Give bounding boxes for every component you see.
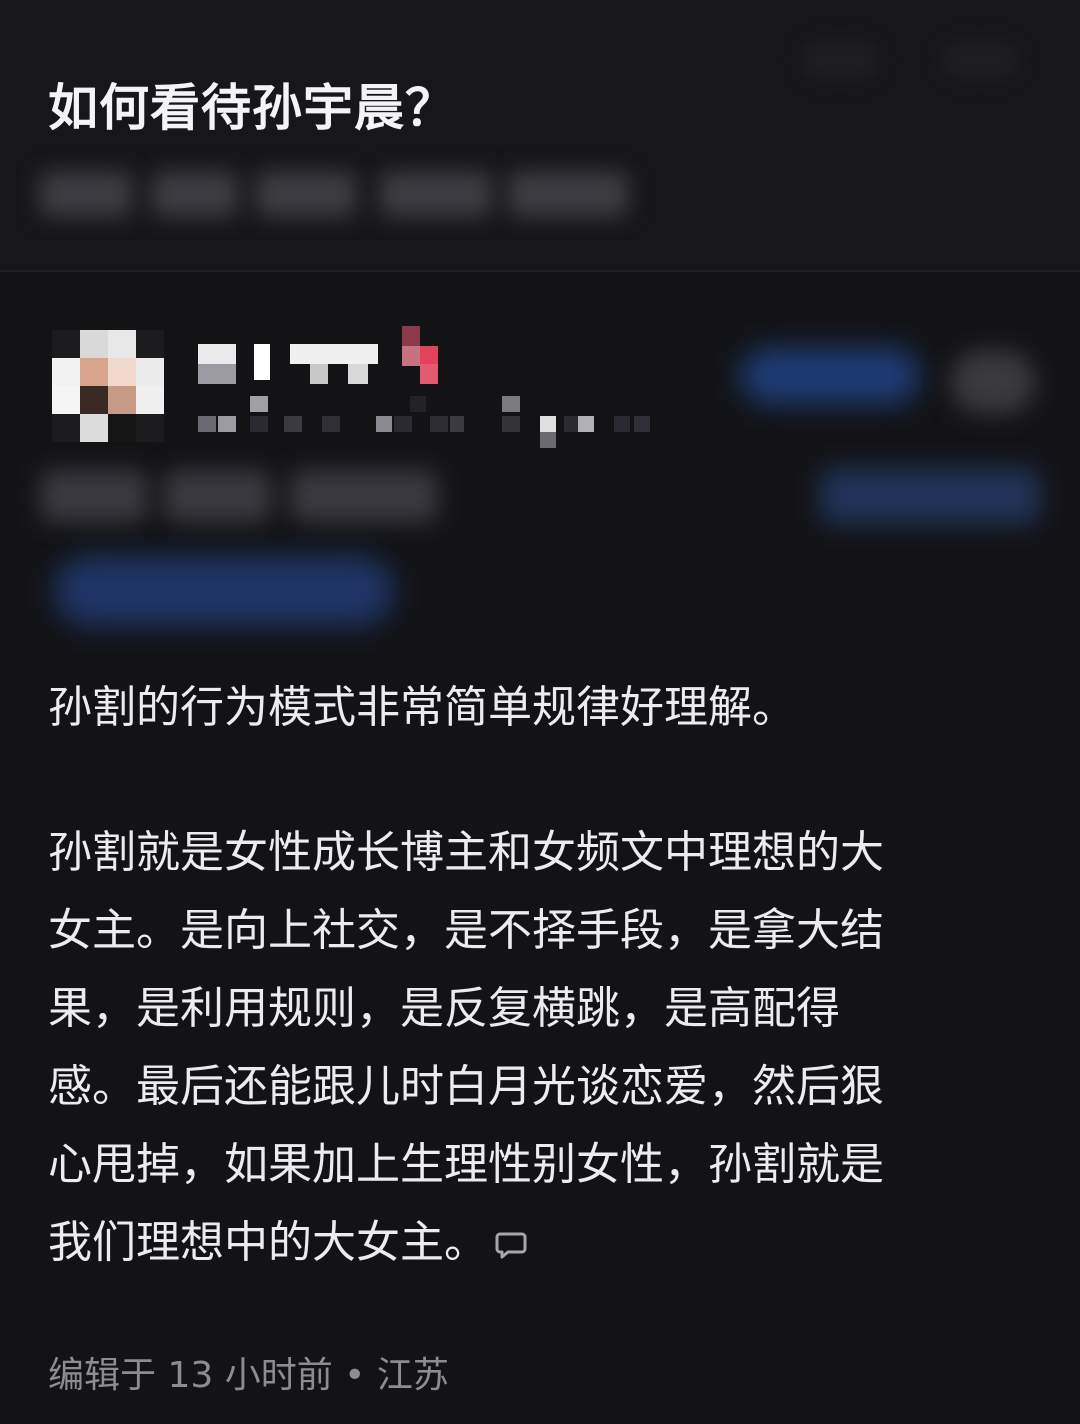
header-toolbar-blur — [940, 40, 1020, 80]
follow-button-blurred[interactable] — [740, 348, 920, 404]
author-avatar[interactable] — [52, 330, 164, 442]
answer-tag-blurred[interactable] — [54, 556, 394, 626]
question-stats-blurred — [380, 172, 492, 216]
comment-bubble-icon[interactable] — [494, 1229, 528, 1261]
answer-paragraph-annotated: 孙割就是女性成长博主和女频文中理想的大 女主。是向上社交，是不择手段，是拿大结 … — [48, 814, 1032, 1282]
more-button-blurred[interactable] — [950, 350, 1036, 414]
question-header: 如何看待孙宇晨？ — [0, 0, 1080, 272]
answer-line[interactable]: 女主。是向上社交，是不择手段，是拿大结 — [48, 892, 1032, 970]
answer-meta-blurred — [290, 470, 438, 522]
answer-meta-blurred — [40, 470, 148, 522]
question-stats-blurred — [256, 172, 356, 216]
answer-line[interactable]: 感。最后还能跟儿时白月光谈恋爱，然后狠 — [48, 1048, 1032, 1126]
header-toolbar-blur — [800, 40, 880, 80]
answer-line[interactable]: 果，是利用规则，是反复横跳，是高配得 — [48, 970, 1032, 1048]
answer-line[interactable]: 心甩掉，如果加上生理性别女性，孙割就是 — [48, 1126, 1032, 1204]
answer-action-blurred[interactable] — [820, 468, 1040, 524]
question-stats-blurred — [152, 172, 238, 216]
divider — [0, 270, 1080, 272]
answer-meta-blurred — [164, 470, 272, 522]
answer-edit-info: 编辑于 13 小时前 • 江苏 — [48, 1355, 449, 1396]
answer-line[interactable]: 孙割就是女性成长博主和女频文中理想的大 — [48, 814, 1032, 892]
answer-paragraph: 孙割的行为模式非常简单规律好理解。 — [48, 682, 796, 733]
question-stats-blurred — [40, 172, 132, 216]
author-bio-redacted — [198, 396, 658, 448]
answer-line[interactable]: 我们理想中的大女主。 — [48, 1204, 1032, 1282]
question-title[interactable]: 如何看待孙宇晨？ — [48, 76, 456, 140]
question-stats-blurred — [508, 172, 628, 216]
